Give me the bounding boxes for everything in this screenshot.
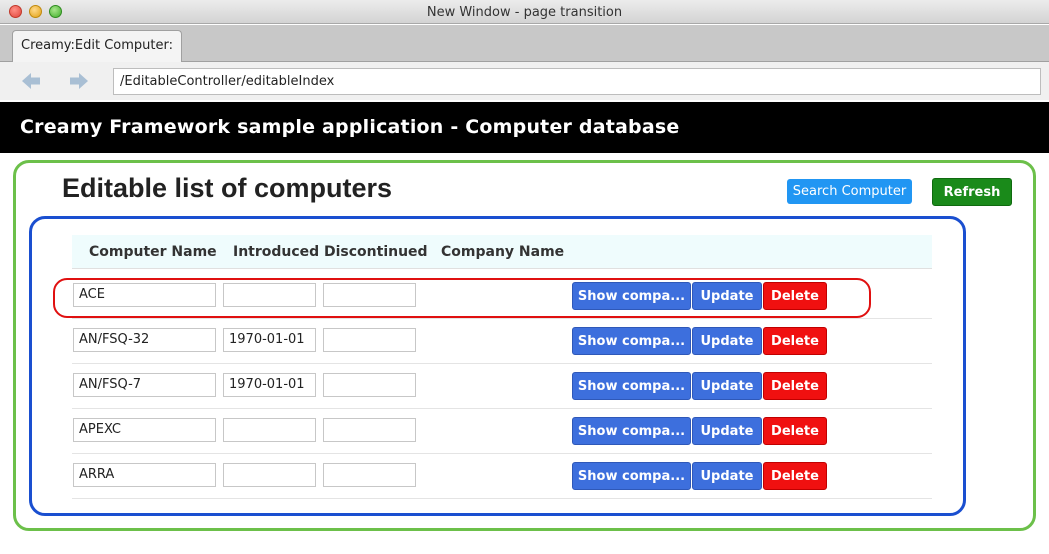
discontinued-input[interactable] — [323, 418, 416, 442]
tab-strip: Creamy:Edit Computer: — [0, 25, 1049, 62]
delete-button[interactable]: Delete — [763, 462, 827, 490]
introduced-input[interactable] — [223, 418, 316, 442]
introduced-input[interactable]: 1970-01-01 — [223, 328, 316, 352]
back-arrow-icon — [22, 73, 40, 89]
navigation-bar: /EditableController/editableIndex — [0, 62, 1049, 100]
column-header-discontinued: Discontinued — [324, 244, 428, 260]
discontinued-input[interactable] — [323, 328, 416, 352]
table-row: ARRA Show compa... Update Delete — [72, 454, 932, 499]
app-title: Creamy Framework sample application - Co… — [20, 116, 680, 138]
tab-edit-computer[interactable]: Creamy:Edit Computer: — [12, 30, 182, 62]
page-title: Editable list of computers — [62, 173, 393, 203]
computer-name-input[interactable]: AN/FSQ-32 — [73, 328, 216, 352]
column-header-introduced: Introduced — [233, 244, 320, 260]
discontinued-input[interactable] — [323, 463, 416, 487]
discontinued-input[interactable] — [323, 373, 416, 397]
update-button[interactable]: Update — [692, 462, 762, 490]
delete-button[interactable]: Delete — [763, 327, 827, 355]
forward-button[interactable] — [68, 70, 90, 92]
update-button[interactable]: Update — [692, 417, 762, 445]
show-company-button[interactable]: Show compa... — [572, 417, 691, 445]
table-row: AN/FSQ-7 1970-01-01 Show compa... Update… — [72, 364, 932, 409]
refresh-button[interactable]: Refresh — [932, 178, 1012, 206]
update-button[interactable]: Update — [692, 372, 762, 400]
table-row: APEXC Show compa... Update Delete — [72, 409, 932, 454]
show-company-button[interactable]: Show compa... — [572, 327, 691, 355]
computer-name-input[interactable]: APEXC — [73, 418, 216, 442]
computer-name-input[interactable]: ARRA — [73, 463, 216, 487]
show-company-button[interactable]: Show compa... — [572, 372, 691, 400]
window-titlebar: New Window - page transition — [0, 0, 1049, 24]
delete-button[interactable]: Delete — [763, 417, 827, 445]
introduced-input[interactable]: 1970-01-01 — [223, 373, 316, 397]
address-input[interactable]: /EditableController/editableIndex — [113, 68, 1041, 95]
back-button[interactable] — [20, 70, 42, 92]
forward-arrow-icon — [70, 73, 88, 89]
search-computer-button[interactable]: Search Computer — [787, 179, 912, 204]
column-header-company-name: Company Name — [441, 244, 565, 260]
column-header-computer-name: Computer Name — [89, 244, 217, 260]
app-header: Creamy Framework sample application - Co… — [0, 102, 1049, 153]
computer-name-input[interactable]: AN/FSQ-7 — [73, 373, 216, 397]
delete-button[interactable]: Delete — [763, 372, 827, 400]
table-row: AN/FSQ-32 1970-01-01 Show compa... Updat… — [72, 319, 932, 364]
update-button[interactable]: Update — [692, 327, 762, 355]
window-title: New Window - page transition — [426, 5, 623, 20]
introduced-input[interactable] — [223, 463, 316, 487]
table-header: Computer Name Introduced Discontinued Co… — [72, 235, 932, 269]
row-highlight-box — [53, 278, 871, 318]
show-company-button[interactable]: Show compa... — [572, 462, 691, 490]
